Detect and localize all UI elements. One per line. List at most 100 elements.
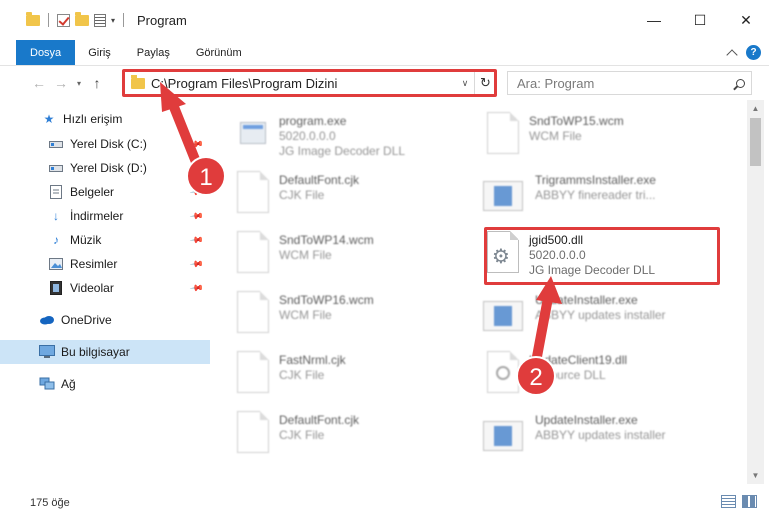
list-item-highlighted[interactable]: jgid500.dll5020.0.0.0JG Image Decoder DL…: [465, 225, 705, 279]
sidebar-item-label: Videolar: [70, 281, 114, 295]
sidebar-item-indirmeler[interactable]: ↓ İndirmeler 📌: [0, 204, 210, 228]
exe-file-icon: [237, 112, 269, 154]
customize-icon[interactable]: [94, 13, 106, 27]
list-item[interactable]: FastNrml.cjk CJK File: [215, 345, 455, 399]
scroll-up-icon[interactable]: ▲: [747, 100, 764, 117]
app-file-icon: [481, 171, 525, 213]
file-icon: [487, 112, 519, 154]
pin-icon[interactable]: 📌: [189, 184, 204, 200]
file-list: program.exe 5020.0.0.0 JG Image Decoder DL…: [215, 100, 747, 484]
network-icon: [39, 376, 55, 392]
search-box[interactable]: [507, 71, 752, 95]
item-count: 175 öğe: [30, 496, 70, 509]
app-file-icon: [481, 291, 525, 333]
list-item[interactable]: UpdateInstaller.exe ABBYY updates install…: [465, 285, 705, 339]
sidebar-item-label: Belgeler: [70, 185, 115, 199]
computer-icon: [39, 344, 55, 360]
list-item[interactable]: TrigrammsInstaller.exe ABBYY finereader t…: [465, 165, 705, 219]
sidebar-item-label: Resimler: [70, 257, 118, 271]
address-path[interactable]: C:\Program Files\Program Dizini: [151, 76, 456, 91]
video-icon: [48, 280, 64, 296]
music-icon: ♪: [53, 233, 59, 247]
disk-icon: [48, 136, 64, 152]
file-icon: [237, 231, 269, 273]
list-item[interactable]: DefaultFont.cjk CJK File: [215, 165, 455, 219]
pin-icon[interactable]: 📌: [189, 160, 204, 176]
refresh-icon[interactable]: ↻: [474, 72, 496, 94]
recent-locations-icon[interactable]: ▾: [72, 79, 86, 88]
sidebar-item-label: OneDrive: [61, 313, 112, 327]
chevron-up-icon[interactable]: [726, 48, 738, 61]
download-icon: ↓: [53, 209, 59, 223]
list-item[interactable]: DefaultFont.cjk CJK File: [215, 405, 455, 459]
pin-icon[interactable]: 📌: [189, 208, 204, 224]
properties-check-icon[interactable]: [57, 13, 70, 27]
sidebar-item-disk-d[interactable]: Yerel Disk (D:) 📌: [0, 156, 210, 180]
list-item[interactable]: program.exe 5020.0.0.0 JG Image Decoder DL…: [215, 106, 455, 160]
search-input[interactable]: [508, 75, 729, 91]
sidebar-item-resimler[interactable]: Resimler 📌: [0, 252, 210, 276]
large-icons-view-icon[interactable]: [742, 495, 757, 508]
back-arrow-icon[interactable]: ←: [28, 75, 50, 91]
file-icon: [237, 291, 269, 333]
toolbar-separator: [123, 13, 125, 27]
up-arrow-icon[interactable]: ↑: [86, 75, 108, 91]
chevron-down-icon[interactable]: ∨: [456, 78, 474, 89]
sidebar-item-quick-access[interactable]: ★ Hızlı erişim: [0, 107, 210, 131]
pictures-icon: [48, 256, 64, 272]
navigation-pane: ★ Hızlı erişim Yerel Disk (C:) 📌 Yerel D…: [0, 100, 215, 484]
pin-icon[interactable]: 📌: [189, 256, 204, 272]
file-icon: [237, 411, 269, 453]
app-file-icon: [481, 411, 525, 453]
tab-gorunum[interactable]: Görünüm: [183, 40, 255, 65]
file-icon: [237, 171, 269, 213]
toolbar-separator: [48, 13, 49, 27]
window-controls: — ☐ ✕: [631, 0, 769, 40]
list-item[interactable]: SndToWP16.wcm WCM File: [215, 285, 455, 339]
sidebar-item-ag[interactable]: Ağ: [0, 372, 210, 396]
pin-icon[interactable]: 📌: [189, 232, 204, 248]
status-bar: 175 öğe: [0, 484, 769, 521]
window-title: Program: [137, 12, 187, 28]
cloud-icon: [39, 312, 55, 328]
sidebar-item-onedrive[interactable]: OneDrive: [0, 308, 210, 332]
list-item[interactable]: UpdateClient19.dll Resource DLL: [465, 345, 705, 399]
tab-dosya[interactable]: Dosya: [16, 40, 76, 65]
minimize-icon[interactable]: —: [631, 0, 677, 40]
scroll-down-icon[interactable]: ▼: [747, 467, 764, 484]
help-icon[interactable]: ?: [746, 45, 761, 60]
sidebar-item-belgeler[interactable]: Belgeler 📌: [0, 180, 210, 204]
scroll-thumb[interactable]: [750, 118, 761, 166]
pin-icon[interactable]: 📌: [189, 280, 204, 296]
new-folder-icon[interactable]: [75, 11, 89, 26]
forward-arrow-icon[interactable]: →: [50, 75, 72, 91]
sidebar-item-muzik[interactable]: ♪ Müzik 📌: [0, 228, 210, 252]
list-item[interactable]: SndToWP14.wcm WCM File: [215, 225, 455, 279]
sidebar-item-videolar[interactable]: Videolar 📌: [0, 276, 210, 300]
file-icon: [237, 351, 269, 393]
folder-icon: [131, 74, 145, 89]
search-icon[interactable]: [729, 78, 751, 88]
tab-paylas[interactable]: Paylaş: [124, 40, 183, 65]
sidebar-item-disk-c[interactable]: Yerel Disk (C:) 📌: [0, 132, 210, 156]
tab-giris[interactable]: Giriş: [75, 40, 124, 65]
sidebar-item-label: Müzik: [70, 233, 102, 247]
chevron-down-icon[interactable]: ▾: [111, 16, 115, 25]
pin-icon[interactable]: 📌: [189, 136, 204, 152]
ribbon-tabs: Dosya Giriş Paylaş Görünüm ?: [0, 40, 769, 66]
vertical-scrollbar[interactable]: ▲ ▼: [747, 100, 764, 484]
address-bar[interactable]: C:\Program Files\Program Dizini ∨ ↻: [124, 71, 497, 95]
title-bar: ▾ Program — ☐ ✕: [0, 0, 769, 40]
sidebar-item-label: Bu bilgisayar: [61, 345, 130, 359]
list-item[interactable]: UpdateInstaller.exe ABBYY updates install…: [465, 405, 705, 459]
sidebar-item-bu-bilgisayar[interactable]: Bu bilgisayar: [0, 340, 210, 364]
disk-icon: [48, 160, 64, 176]
sidebar-item-label: Yerel Disk (D:): [70, 161, 147, 175]
folder-icon[interactable]: [26, 11, 40, 26]
maximize-icon[interactable]: ☐: [677, 0, 723, 40]
document-icon: [48, 184, 64, 200]
details-view-icon[interactable]: [721, 495, 736, 508]
list-item[interactable]: SndToWP15.wcm WCM File: [465, 106, 705, 160]
sidebar-item-label: İndirmeler: [70, 209, 124, 223]
close-icon[interactable]: ✕: [723, 0, 769, 40]
